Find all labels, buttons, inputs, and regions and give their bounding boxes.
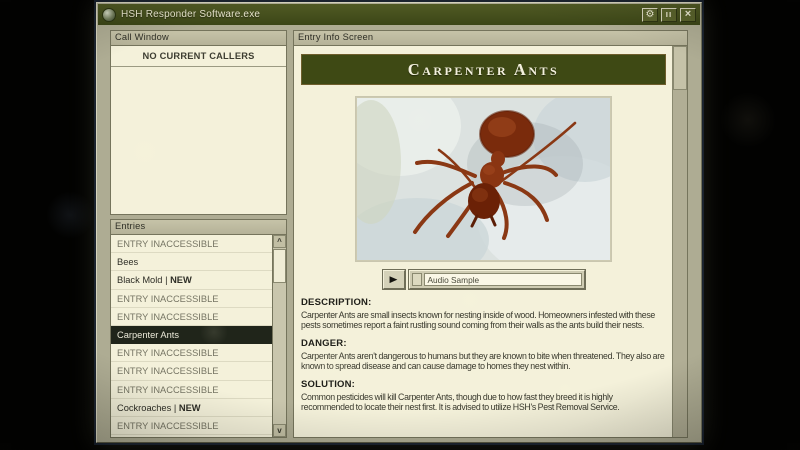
scroll-up-icon: ^	[277, 237, 282, 246]
description-heading: DESCRIPTION:	[301, 297, 666, 308]
close-icon: ×	[685, 9, 691, 20]
new-badge: NEW	[179, 403, 201, 413]
entry-item-inaccessible[interactable]: ENTRY INACCESSIBLE	[111, 417, 272, 435]
audio-sample-label: Audio Sample	[424, 273, 582, 286]
call-window-list: NO CURRENT CALLERS	[110, 46, 287, 215]
solution-section: SOLUTION: Common pesticides will kill Ca…	[301, 379, 666, 412]
entry-info-panel: Entry Info Screen Carpenter Ants	[293, 30, 688, 438]
carpenter-ant-photo	[356, 97, 611, 261]
entry-item-black-mold[interactable]: Black Mold | NEW	[111, 271, 272, 289]
hsh-responder-window: HSH Responder Software.exe ⚙ II × Call W…	[96, 2, 702, 443]
app-globe-icon	[102, 8, 116, 22]
danger-text: Carpenter Ants aren't dangerous to human…	[301, 351, 666, 371]
call-window-header: Call Window	[110, 30, 287, 46]
entry-item-inaccessible[interactable]: ENTRY INACCESSIBLE	[111, 362, 272, 380]
settings-button[interactable]: ⚙	[642, 8, 658, 22]
entry-item-inaccessible[interactable]: ENTRY INACCESSIBLE	[111, 290, 272, 308]
call-window-panel: Call Window NO CURRENT CALLERS	[110, 30, 287, 215]
entry-info-scrollbar-thumb[interactable]	[673, 46, 687, 90]
entry-item-inaccessible[interactable]: ENTRY INACCESSIBLE	[111, 381, 272, 399]
no-current-callers-status: NO CURRENT CALLERS	[111, 46, 286, 67]
titlebar-buttons: ⚙ II ×	[642, 8, 696, 22]
scroll-down-button[interactable]: v	[273, 424, 286, 437]
entry-item-inaccessible[interactable]: ENTRY INACCESSIBLE	[111, 344, 272, 362]
entry-info-header: Entry Info Screen	[293, 30, 688, 46]
scroll-down-icon: v	[277, 426, 281, 435]
entry-info-scrollbar[interactable]	[672, 46, 687, 437]
scroll-up-button[interactable]: ^	[273, 235, 286, 248]
entry-title: Carpenter Ants	[408, 60, 559, 80]
entry-item-inaccessible[interactable]: ENTRY INACCESSIBLE	[111, 308, 272, 326]
entry-title-banner: Carpenter Ants	[301, 54, 666, 85]
entry-item-bees[interactable]: Bees	[111, 253, 272, 271]
entry-info-content: Carpenter Ants	[294, 46, 671, 437]
pause-icon: II	[666, 9, 672, 20]
new-badge: NEW	[170, 275, 192, 285]
audio-play-button[interactable]: ▶	[383, 270, 405, 289]
description-section: DESCRIPTION: Carpenter Ants are small in…	[301, 297, 666, 330]
play-icon: ▶	[390, 274, 398, 285]
entry-item-carpenter-ants-selected[interactable]: Carpenter Ants	[111, 326, 272, 344]
entries-panel: Entries ENTRY INACCESSIBLE Bees Black Mo…	[110, 219, 287, 438]
entry-info-body: Carpenter Ants	[293, 46, 688, 438]
entries-listbox: ENTRY INACCESSIBLE Bees Black Mold | NEW…	[110, 235, 287, 438]
close-button[interactable]: ×	[680, 8, 696, 22]
entries-scrollbar[interactable]: ^ v	[272, 235, 286, 437]
entries-header: Entries	[110, 219, 287, 235]
screen: HSH Responder Software.exe ⚙ II × Call W…	[0, 0, 800, 450]
entry-item-inaccessible[interactable]: ENTRY INACCESSIBLE	[111, 235, 272, 253]
gear-icon: ⚙	[646, 10, 655, 20]
audio-slider-handle[interactable]	[412, 273, 422, 286]
audio-player: ▶ Audio Sample	[383, 270, 585, 289]
danger-heading: DANGER:	[301, 338, 666, 349]
audio-progress-bar[interactable]: Audio Sample	[409, 270, 585, 289]
entries-scrollbar-thumb[interactable]	[273, 249, 286, 283]
entries-list: ENTRY INACCESSIBLE Bees Black Mold | NEW…	[111, 235, 272, 437]
solution-heading: SOLUTION:	[301, 379, 666, 390]
ant-illustration	[357, 98, 610, 260]
danger-section: DANGER: Carpenter Ants aren't dangerous …	[301, 338, 666, 371]
titlebar: HSH Responder Software.exe ⚙ II ×	[98, 4, 700, 25]
window-title: HSH Responder Software.exe	[121, 9, 637, 20]
pause-button[interactable]: II	[661, 8, 677, 22]
description-text: Carpenter Ants are small insects known f…	[301, 310, 666, 330]
solution-text: Common pesticides will kill Carpenter An…	[301, 392, 666, 412]
entry-item-cockroaches[interactable]: Cockroaches | NEW	[111, 399, 272, 417]
